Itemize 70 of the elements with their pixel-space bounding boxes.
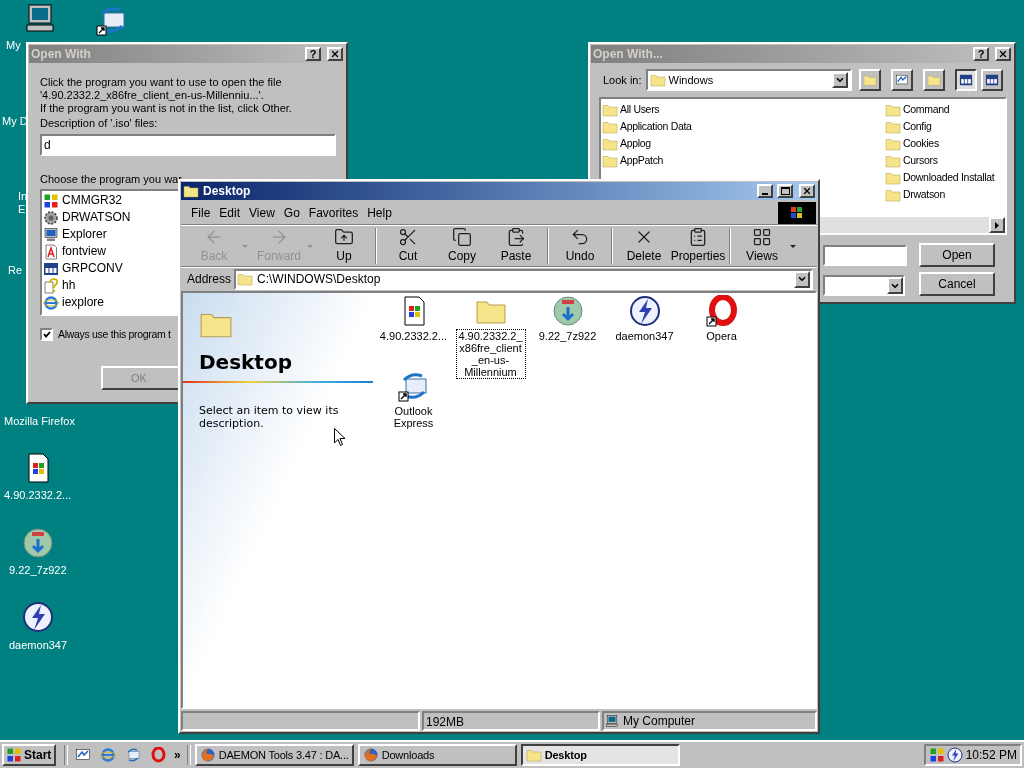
- program-item[interactable]: iexplore: [42, 294, 106, 311]
- folder-item[interactable]: Config: [885, 118, 995, 135]
- toolbar-button[interactable]: Cut: [381, 226, 435, 266]
- prompt-text: If the program you want is not in the list, click Other.: [40, 102, 293, 115]
- status-zone: My Computer: [602, 711, 817, 731]
- file-label[interactable]: Opera: [683, 329, 760, 343]
- look-in-label: Look in:: [603, 72, 642, 88]
- open-button[interactable]: Open: [919, 243, 995, 267]
- menu-item[interactable]: Edit: [215, 204, 245, 222]
- description-field[interactable]: d: [40, 134, 336, 156]
- clock: 10:52 PM: [965, 747, 1017, 764]
- menu-item[interactable]: Go: [279, 204, 304, 222]
- folder-item[interactable]: All Users: [602, 101, 692, 118]
- desktop-icon-label[interactable]: Mozilla Firefox: [4, 413, 75, 430]
- task-button[interactable]: DAEMON Tools 3.47 : DA...: [194, 744, 354, 766]
- program-item[interactable]: fontview: [42, 243, 108, 260]
- toolbar-button[interactable]: Delete: [617, 226, 671, 266]
- folder-item[interactable]: Cookies: [885, 135, 995, 152]
- file-label[interactable]: daemon347: [606, 329, 683, 343]
- file-label[interactable]: 4.90.2332.2_x86fre_client_en-us-Millennium: [455, 329, 526, 379]
- menu-item[interactable]: File: [187, 204, 215, 222]
- folder-item[interactable]: Application Data: [602, 118, 692, 135]
- toolbar-button[interactable]: Copy: [435, 226, 489, 266]
- program-item[interactable]: CMMGR32: [42, 192, 123, 209]
- toolbar-button[interactable]: Properties: [671, 226, 725, 266]
- folder-item[interactable]: Cursors: [885, 152, 995, 169]
- help-button[interactable]: ?: [305, 47, 321, 61]
- status-memory: 192MB: [422, 711, 600, 731]
- folder-item[interactable]: AppPatch: [602, 152, 692, 169]
- file-label[interactable]: 9.22_7z922: [529, 329, 606, 343]
- toolbar-button[interactable]: Undo: [553, 226, 607, 266]
- prompt-text: '4.90.2332.2_x86fre_client_en-us-Millenniu...'.: [40, 89, 265, 102]
- task-button[interactable]: Downloads: [357, 744, 517, 766]
- menu-item[interactable]: View: [245, 204, 279, 222]
- pane-description: Select an item to view its description.: [199, 404, 340, 430]
- task-button[interactable]: Desktop: [520, 744, 680, 766]
- start-button[interactable]: Start: [2, 744, 56, 766]
- pane-heading: Desktop: [198, 349, 293, 376]
- toolbar-button[interactable]: Up: [317, 226, 371, 266]
- folder-item[interactable]: Applog: [602, 135, 692, 152]
- window-title: Open With...: [593, 46, 664, 63]
- help-button[interactable]: ?: [973, 47, 989, 61]
- folder-item[interactable]: Downloaded Installat: [885, 169, 995, 186]
- more-chevron[interactable]: »: [174, 746, 181, 764]
- address-label: Address: [187, 271, 232, 288]
- file-label[interactable]: Outlook Express: [375, 404, 452, 430]
- file-label[interactable]: 4.90.2332.2...: [375, 329, 452, 343]
- program-item[interactable]: Explorer: [42, 226, 108, 243]
- cancel-button[interactable]: Cancel: [919, 272, 995, 296]
- program-item[interactable]: GRPCONV: [42, 260, 124, 277]
- folder-item[interactable]: Command: [885, 101, 995, 118]
- toolbar-button[interactable]: Views: [735, 226, 789, 266]
- program-item[interactable]: hh: [42, 277, 77, 294]
- desktop-icon-label[interactable]: daemon347: [9, 637, 68, 654]
- menu-item[interactable]: Favorites: [304, 204, 363, 222]
- window-title: Open With: [31, 46, 92, 63]
- checkbox-label: Always use this program t: [58, 328, 171, 341]
- menu-item[interactable]: Help: [363, 204, 396, 222]
- desktop-icon-label[interactable]: 4.90.2332.2...: [4, 487, 72, 504]
- prompt-text: Click the program you want to use to open the file: [40, 76, 283, 89]
- desktop-icon-label[interactable]: My: [6, 37, 21, 54]
- desktop-icon-label[interactable]: 9.22_7z922: [9, 562, 67, 579]
- program-item[interactable]: DRWATSON: [42, 209, 132, 226]
- look-in-dropdown[interactable]: Windows: [645, 69, 852, 91]
- window-title: Desktop: [203, 183, 252, 200]
- address-field[interactable]: C:\WINDOWS\Desktop: [234, 268, 813, 290]
- description-label: Description of '.iso' files:: [40, 117, 159, 130]
- folder-item[interactable]: Drwatson: [885, 186, 995, 203]
- toolbar-button[interactable]: Paste: [489, 226, 543, 266]
- desktop-icon-label[interactable]: Re: [8, 262, 23, 279]
